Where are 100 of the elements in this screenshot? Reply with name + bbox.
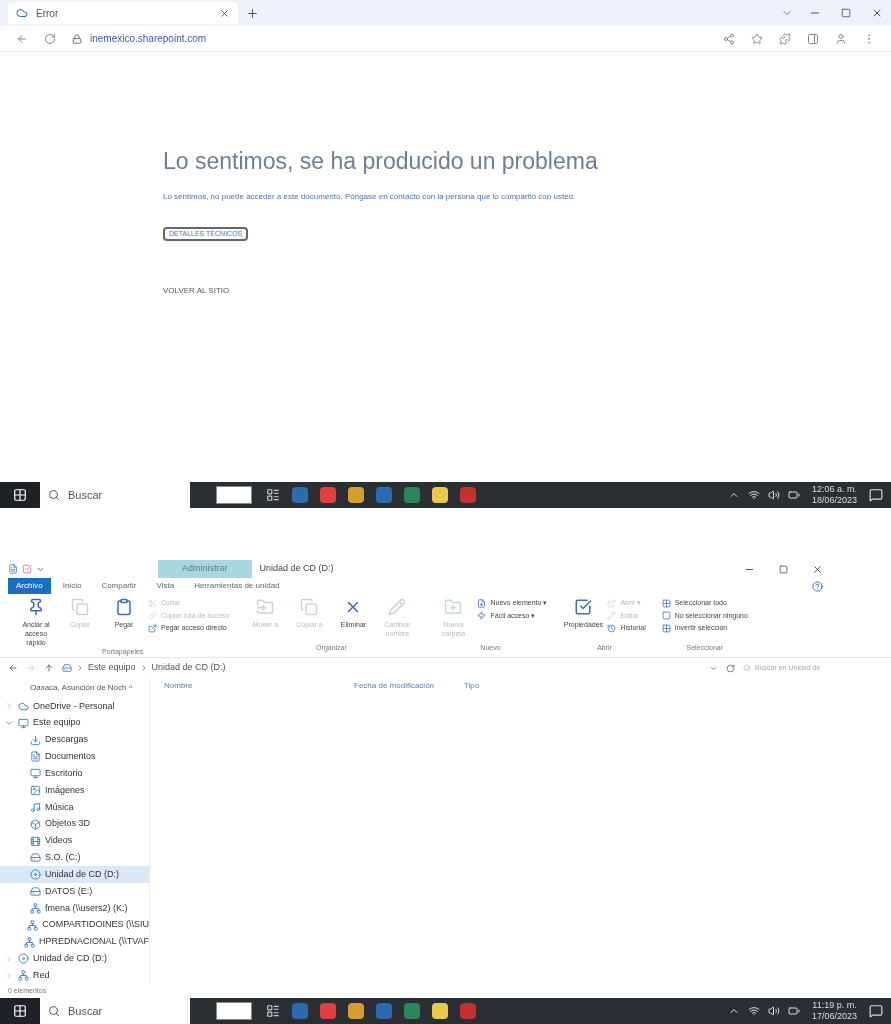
breadcrumb-item[interactable]: Unidad de CD (D:) [151, 661, 226, 675]
app-icon[interactable] [292, 487, 308, 503]
nav-tree-item[interactable]: DATOS (E:) [0, 883, 149, 900]
properties-icon[interactable] [22, 564, 32, 574]
speaker-icon[interactable] [767, 1005, 780, 1017]
pane-header: Oaxaca, Asunción de Noch ^ [29, 682, 134, 694]
restore-icon[interactable] [779, 564, 788, 574]
nav-tree-item[interactable]: Música [0, 798, 149, 816]
column-header[interactable]: Fecha de modificación [354, 680, 464, 692]
ribbon-tab[interactable]: Vista [148, 578, 183, 594]
start-button[interactable] [0, 482, 40, 508]
nav-tree-item[interactable]: fmena (\\users2) (K:) [0, 899, 149, 917]
star-icon[interactable] [751, 32, 763, 45]
close-icon[interactable] [812, 563, 823, 575]
restore-icon[interactable] [841, 8, 851, 18]
history-icon [607, 623, 617, 633]
copy-icon [300, 598, 319, 616]
nav-tree-item[interactable]: Red [0, 967, 149, 985]
widget-thumbnail[interactable] [216, 486, 252, 504]
ribbon-tab[interactable]: Archivo [8, 578, 51, 594]
ribbon-tab[interactable]: Compartir [93, 578, 145, 594]
extensions-icon[interactable] [779, 32, 791, 45]
app-icon[interactable] [376, 1003, 392, 1019]
nav-tree-item[interactable]: Objetos 3D [0, 815, 149, 833]
wifi-icon[interactable] [747, 489, 760, 501]
nav-tree-item[interactable]: OneDrive - Personal [0, 698, 149, 715]
battery-icon[interactable] [787, 1005, 800, 1017]
document-icon [30, 751, 41, 763]
back-icon[interactable] [8, 663, 18, 673]
ribbon-tab[interactable]: Herramientas de unidad [186, 578, 288, 594]
checkmark-icon [574, 598, 593, 616]
computer-icon [18, 717, 29, 729]
app-icon[interactable] [432, 1003, 448, 1019]
taskbar-search-field[interactable]: Buscar [40, 998, 190, 1024]
back-to-site-link[interactable]: VOLVER AL SITIO [163, 285, 230, 297]
app-icon[interactable] [292, 1003, 308, 1019]
error-heading: Lo sentimos, se ha producido un problema [163, 147, 598, 176]
nav-tree-item[interactable]: S.O. (C:) [0, 849, 149, 867]
close-icon[interactable] [871, 7, 883, 19]
reload-icon[interactable] [44, 32, 56, 45]
widget-thumbnail[interactable] [216, 1002, 252, 1020]
task-view-icon[interactable] [266, 488, 280, 502]
address-bar[interactable]: inemexico.sharepoint.com [72, 31, 707, 46]
download-icon [30, 734, 41, 746]
app-icon[interactable] [376, 487, 392, 503]
notifications-icon[interactable] [869, 488, 883, 502]
app-icon[interactable] [460, 1003, 476, 1019]
browser-tab[interactable]: Error [8, 2, 238, 24]
app-icon[interactable] [404, 487, 420, 503]
nav-tree-item[interactable]: HPREDNACIONAL (\\TVAF [0, 933, 149, 951]
nav-tree-item[interactable]: Descargas [0, 731, 149, 749]
clock[interactable]: 11:19 p. m. 17/06/2023 [807, 1000, 861, 1022]
close-tab-icon[interactable] [219, 7, 230, 19]
speaker-icon[interactable] [767, 489, 780, 501]
nav-tree-item[interactable]: Unidad de CD (D:) [0, 950, 149, 968]
column-header[interactable]: Nombre [164, 680, 354, 692]
app-icon[interactable] [348, 1003, 364, 1019]
app-icon[interactable] [432, 487, 448, 503]
back-icon[interactable] [16, 32, 28, 45]
separator-icon [76, 664, 84, 672]
wifi-icon[interactable] [747, 1005, 760, 1017]
network-drive-icon [24, 936, 35, 948]
nav-tree-item[interactable]: Imágenes [0, 782, 149, 799]
task-view-icon[interactable] [266, 1004, 280, 1018]
notifications-icon[interactable] [869, 1004, 883, 1018]
app-icon[interactable] [460, 487, 476, 503]
address-bar[interactable]: Este equipo Unidad de CD (D:) [62, 661, 701, 675]
disc-icon [18, 953, 29, 965]
music-icon [30, 801, 41, 813]
pin-icon [27, 598, 45, 616]
nav-tree-item[interactable]: Unidad de CD (D:) [0, 866, 149, 884]
start-button[interactable] [0, 998, 40, 1024]
share-icon[interactable] [723, 32, 735, 45]
column-header[interactable]: Tipo [464, 680, 524, 692]
nav-tree-item[interactable]: COMPARTIDOINES (\\SIU [0, 916, 149, 934]
up-icon[interactable] [44, 663, 54, 673]
ribbon-tab[interactable]: Inicio [54, 578, 90, 594]
taskbar-search-field[interactable]: Buscar [40, 482, 190, 508]
search-icon [743, 664, 751, 672]
desktop-icon [30, 768, 41, 780]
nav-tree-item[interactable]: Este equipo [0, 714, 149, 732]
profile-icon[interactable] [835, 32, 847, 45]
battery-icon[interactable] [787, 489, 800, 501]
nav-tree-item[interactable]: Documentos [0, 748, 149, 766]
app-icon[interactable] [320, 1003, 336, 1019]
app-icon[interactable] [404, 1003, 420, 1019]
refresh-icon[interactable] [726, 663, 735, 673]
image-icon [30, 785, 41, 797]
app-icon[interactable] [320, 487, 336, 503]
quick-access-icon[interactable] [8, 564, 18, 574]
clock[interactable]: 12:06 a. m. 18/06/2023 [807, 484, 861, 506]
side-panel-icon[interactable] [807, 32, 819, 45]
help-icon[interactable] [812, 580, 823, 592]
search-icon [48, 489, 60, 501]
nav-tree-item[interactable]: Videos [0, 832, 149, 850]
nav-tree-item[interactable]: Escritorio [0, 765, 149, 783]
breadcrumb-item[interactable]: Este equipo [88, 661, 136, 675]
new-tab-icon[interactable] [246, 6, 259, 20]
pencil-icon [388, 598, 407, 616]
app-icon[interactable] [348, 487, 364, 503]
